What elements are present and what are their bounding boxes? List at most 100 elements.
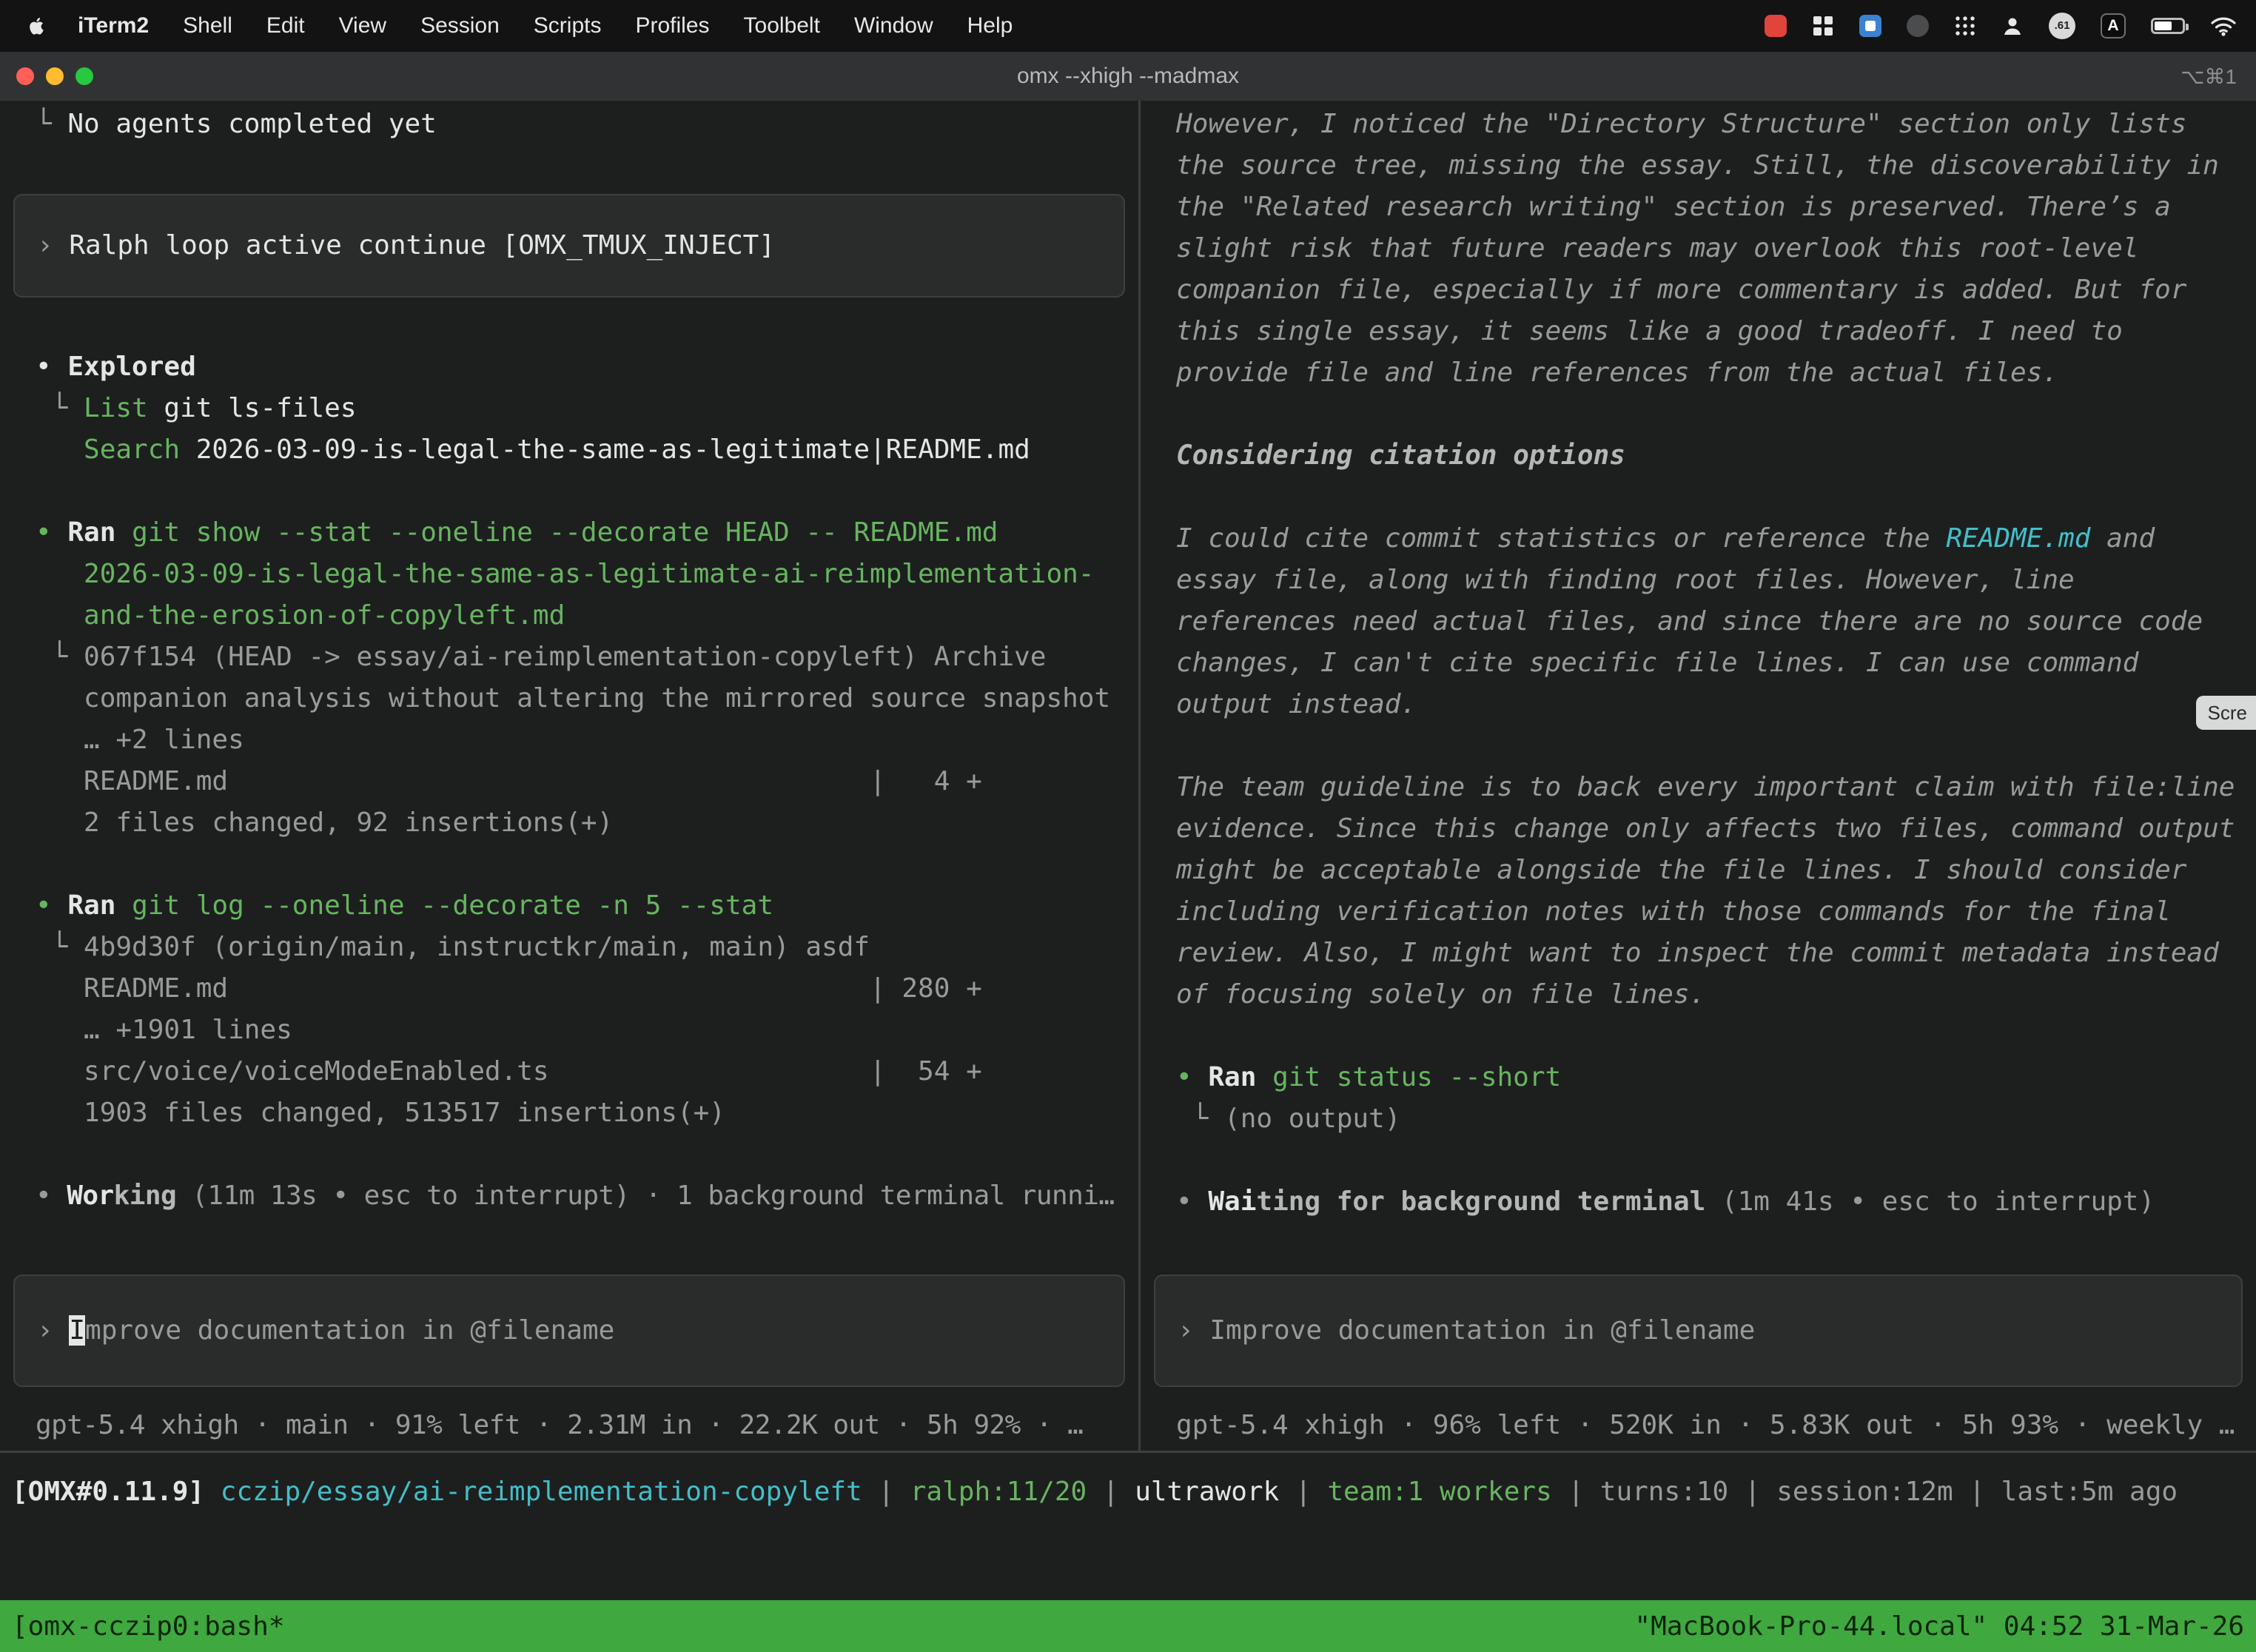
menu-session[interactable]: Session <box>403 13 517 38</box>
text-segment: └ <box>36 109 67 139</box>
text-segment: changes, I can't cite specific file line… <box>1176 648 2138 678</box>
terminal-line: However, I noticed the "Directory Struct… <box>1141 104 2256 145</box>
left-terminal-pane[interactable]: └ No agents completed yet › Ralph loop ac… <box>0 101 1138 1451</box>
apple-menu[interactable] <box>22 16 61 36</box>
terminal-line: └ (no output) <box>1141 1098 2256 1140</box>
tmux-session-window[interactable]: [omx-cczip0:bash* <box>12 1611 284 1642</box>
text-segment: Improve documentation in @filename <box>1209 1315 1755 1346</box>
terminal-line: • Ran git show --stat --oneline --decora… <box>0 512 1138 554</box>
zoom-button[interactable] <box>75 67 93 85</box>
blank-line <box>1141 1015 2256 1057</box>
ralph-counter: ralph:11/20 <box>910 1477 1087 1507</box>
text-segment: the "Related research writing" section i… <box>1176 192 2171 222</box>
terminal-line: evidence. Since this change only affects… <box>1141 808 2256 850</box>
omx-version: [OMX#0.11.9] <box>12 1477 221 1507</box>
traffic-lights <box>0 67 93 85</box>
text-segment: 2026-03-09-is-legal-the-same-as-legitima… <box>180 434 1030 465</box>
text-segment: provide file and line references from th… <box>1176 357 2058 388</box>
terminal-line: README.md | 280 + <box>0 968 1138 1010</box>
menu-profiles[interactable]: Profiles <box>618 13 726 38</box>
terminal-line: output instead. <box>1141 684 2256 725</box>
text-segment: • <box>36 517 67 548</box>
terminal-line: and-the-erosion-of-copyleft.md <box>0 595 1138 637</box>
user-icon[interactable] <box>2001 16 2024 36</box>
text-segment: └ <box>36 932 84 962</box>
text-segment: • <box>36 890 67 921</box>
text-segment: └ <box>36 393 84 423</box>
wifi-icon[interactable] <box>2210 16 2237 36</box>
grid-icon[interactable] <box>1812 15 1834 37</box>
terminal-line: changes, I can't cite specific file line… <box>1141 642 2256 684</box>
input-source-icon[interactable]: A <box>2101 13 2126 38</box>
screen-recording-icon[interactable] <box>1765 15 1787 37</box>
last-activity: last:5m ago <box>2001 1477 2178 1507</box>
text-segment: of focusing solely on file lines. <box>1176 979 1705 1010</box>
terminal-line: └ No agents completed yet <box>0 104 1138 145</box>
terminal-line: might be acceptable alongside the file l… <box>1141 850 2256 891</box>
dots-grid-icon[interactable] <box>1954 15 1976 37</box>
left-pane-bottom: › Improve documentation in @filename gpt… <box>0 1275 1138 1451</box>
text-segment: review. Also, I might want to inspect th… <box>1176 938 2219 968</box>
tmux-status-bar: [omx-cczip0:bash* "MacBook-Pro-44.local"… <box>0 1600 2256 1652</box>
terminal-line: • Explored <box>0 346 1138 388</box>
text-segment: git status --short <box>1256 1062 1561 1092</box>
text-segment: might be acceptable alongside the file l… <box>1176 855 2186 885</box>
window-title-bar[interactable]: omx --xhigh --madmax ⌥⌘1 <box>0 52 2256 101</box>
battery-icon[interactable] <box>2151 18 2185 34</box>
terminal-window: └ No agents completed yet › Ralph loop ac… <box>0 101 2256 1451</box>
battery-percent-icon[interactable]: .61 <box>2049 13 2075 39</box>
terminal-line: I could cite commit statistics or refere… <box>1141 518 2256 560</box>
window-shortcut-badge: ⌥⌘1 <box>2181 64 2237 89</box>
menu-edit[interactable]: Edit <box>249 13 322 38</box>
menu-shell[interactable]: Shell <box>166 13 249 38</box>
text-segment: Explored <box>67 352 195 382</box>
text-segment: references need actual files, and since … <box>1176 606 2203 637</box>
text-segment: Considering citation options <box>1176 440 1625 471</box>
banner-text: › Ralph loop active continue [OMX_TMUX_I… <box>15 225 1124 266</box>
text-segment: └ <box>1176 1104 1224 1134</box>
text-segment: Wor <box>67 1181 113 1211</box>
text-segment: 067f154 (HEAD -> essay/ai-reimplementati… <box>84 642 1046 672</box>
thinking-heading: Considering citation options <box>1141 435 2256 477</box>
menu-toolbelt[interactable]: Toolbelt <box>727 13 837 38</box>
text-segment: including verification notes with those … <box>1176 896 2171 927</box>
text-segment: • <box>1176 1186 1208 1217</box>
text-segment: … +2 lines <box>36 725 244 755</box>
terminal-line: • Ran git log --oneline --decorate -n 5 … <box>0 885 1138 927</box>
right-prompt-input[interactable]: › Improve documentation in @filename <box>1154 1275 2243 1387</box>
text-segment: (1m 41s • esc to interrupt) <box>1705 1186 2155 1217</box>
screen-share-tooltip[interactable]: Scre <box>2196 696 2256 730</box>
text-segment: 4b9d30f (origin/main, instructkr/main, m… <box>84 932 870 962</box>
team-workers: team:1 workers <box>1327 1477 1551 1507</box>
blank-line <box>0 305 1138 346</box>
omx-status-bar: [OMX#0.11.9] cczip/essay/ai-reimplementa… <box>0 1453 2256 1530</box>
dark-app-icon[interactable] <box>1907 15 1929 37</box>
menu-help[interactable]: Help <box>950 13 1030 38</box>
text-segment: › <box>1178 1315 1209 1346</box>
menu-window[interactable]: Window <box>837 13 950 38</box>
terminal-line: review. Also, I might want to inspect th… <box>1141 933 2256 974</box>
menu-view[interactable]: View <box>322 13 403 38</box>
blue-app-icon[interactable] <box>1859 15 1881 37</box>
terminal-line: essay file, along with finding root file… <box>1141 560 2256 601</box>
minimize-button[interactable] <box>46 67 64 85</box>
left-prompt-input[interactable]: › Improve documentation in @filename <box>13 1275 1125 1387</box>
text-segment: the source tree, missing the essay. Stil… <box>1176 150 2219 181</box>
terminal-line: slight risk that future readers may over… <box>1141 228 2256 269</box>
menu-iterm2[interactable]: iTerm2 <box>61 13 166 38</box>
readme-link[interactable]: README.md <box>1946 523 2090 554</box>
window-title: omx --xhigh --madmax <box>0 64 2256 89</box>
text-segment: | <box>1552 1477 1600 1507</box>
text-segment: companion file, especially if more comme… <box>1176 275 2186 305</box>
text-segment: (no output) <box>1224 1104 1400 1134</box>
left-prompt-text: › Improve documentation in @filename <box>15 1310 1124 1352</box>
close-button[interactable] <box>16 67 34 85</box>
text-segment: (11m 13s • esc to interrupt) · 1 backgro… <box>176 1181 1114 1211</box>
blank-line <box>1141 725 2256 767</box>
menu-scripts[interactable]: Scripts <box>517 13 619 38</box>
turns-counter: turns:10 <box>1600 1477 1728 1507</box>
text-segment: king <box>114 1181 177 1211</box>
text-segment: README.md | 280 + <box>36 973 982 1004</box>
terminal-line: … +2 lines <box>0 719 1138 761</box>
right-terminal-pane[interactable]: However, I noticed the "Directory Struct… <box>1141 101 2256 1451</box>
